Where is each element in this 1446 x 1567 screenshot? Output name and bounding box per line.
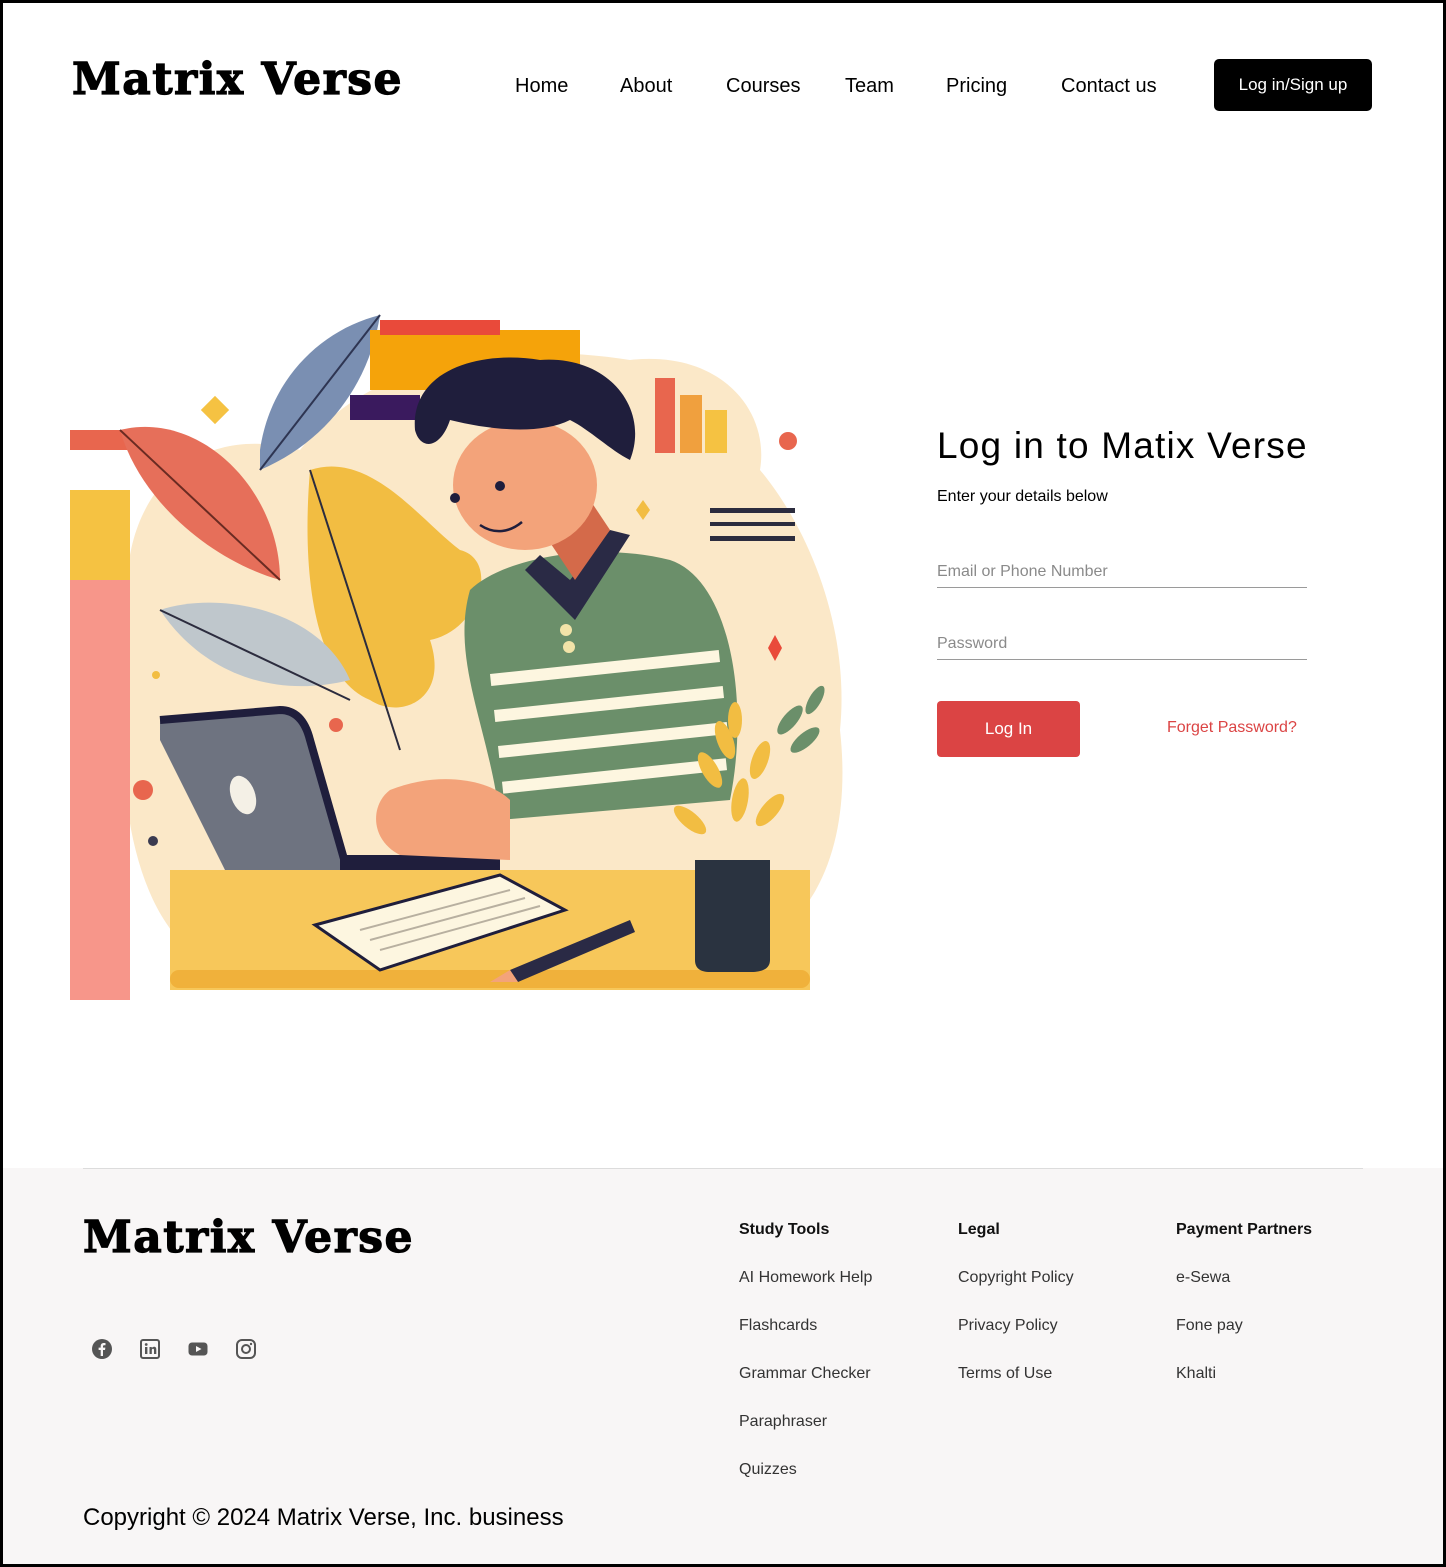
footer-link-flashcards[interactable]: Flashcards — [739, 1316, 872, 1336]
youtube-icon[interactable] — [187, 1338, 209, 1360]
student-laptop-illustration — [70, 314, 843, 1000]
footer-divider — [83, 1168, 1363, 1169]
footer-link-paraphraser[interactable]: Paraphraser — [739, 1412, 872, 1432]
footer-column-legal: Legal Copyright Policy Privacy Policy Te… — [958, 1220, 1074, 1412]
footer-link-privacy-policy[interactable]: Privacy Policy — [958, 1316, 1074, 1336]
login-button[interactable]: Log In — [937, 701, 1080, 757]
nav-contact[interactable]: Contact us — [1061, 72, 1157, 100]
footer-link-terms-of-use[interactable]: Terms of Use — [958, 1364, 1074, 1384]
linkedin-icon[interactable] — [139, 1338, 161, 1360]
footer-link-esewa[interactable]: e-Sewa — [1176, 1268, 1312, 1288]
login-title: Log in to Matix Verse — [937, 425, 1308, 466]
site-header: Matrix Verse Home About Courses Team Pri… — [0, 0, 1446, 170]
copyright-text: Copyright © 2024 Matrix Verse, Inc. busi… — [83, 1504, 564, 1531]
footer-link-ai-homework-help[interactable]: AI Homework Help — [739, 1268, 872, 1288]
password-field[interactable] — [937, 628, 1307, 660]
footer-link-khalti[interactable]: Khalti — [1176, 1364, 1312, 1384]
social-links — [91, 1338, 257, 1360]
facebook-icon[interactable] — [91, 1338, 113, 1360]
footer-column-study-tools: Study Tools AI Homework Help Flashcards … — [739, 1220, 872, 1508]
footer-column-title: Legal — [958, 1221, 1000, 1238]
footer-link-copyright-policy[interactable]: Copyright Policy — [958, 1268, 1074, 1288]
footer-column-title: Study Tools — [739, 1221, 830, 1238]
footer-brand-logo[interactable]: Matrix Verse — [82, 1215, 414, 1260]
nav-courses[interactable]: Courses — [726, 72, 800, 100]
nav-home[interactable]: Home — [515, 72, 568, 100]
login-subtitle: Enter your details below — [937, 488, 1108, 505]
site-footer: Matrix Verse Study Tools AI Homework Hel… — [3, 1168, 1443, 1564]
footer-column-title: Payment Partners — [1176, 1221, 1313, 1238]
forgot-password-link[interactable]: Forget Password? — [1167, 718, 1297, 738]
hero-illustration — [70, 300, 850, 1000]
footer-link-fone-pay[interactable]: Fone pay — [1176, 1316, 1312, 1336]
nav-team[interactable]: Team — [845, 72, 894, 100]
instagram-icon[interactable] — [235, 1338, 257, 1360]
nav-pricing[interactable]: Pricing — [946, 72, 1007, 100]
footer-link-quizzes[interactable]: Quizzes — [739, 1460, 872, 1480]
email-field[interactable] — [937, 556, 1307, 588]
nav-about[interactable]: About — [620, 72, 672, 100]
footer-column-payment-partners: Payment Partners e-Sewa Fone pay Khalti — [1176, 1220, 1312, 1412]
footer-link-grammar-checker[interactable]: Grammar Checker — [739, 1364, 872, 1384]
login-signup-button[interactable]: Log in/Sign up — [1214, 59, 1372, 111]
